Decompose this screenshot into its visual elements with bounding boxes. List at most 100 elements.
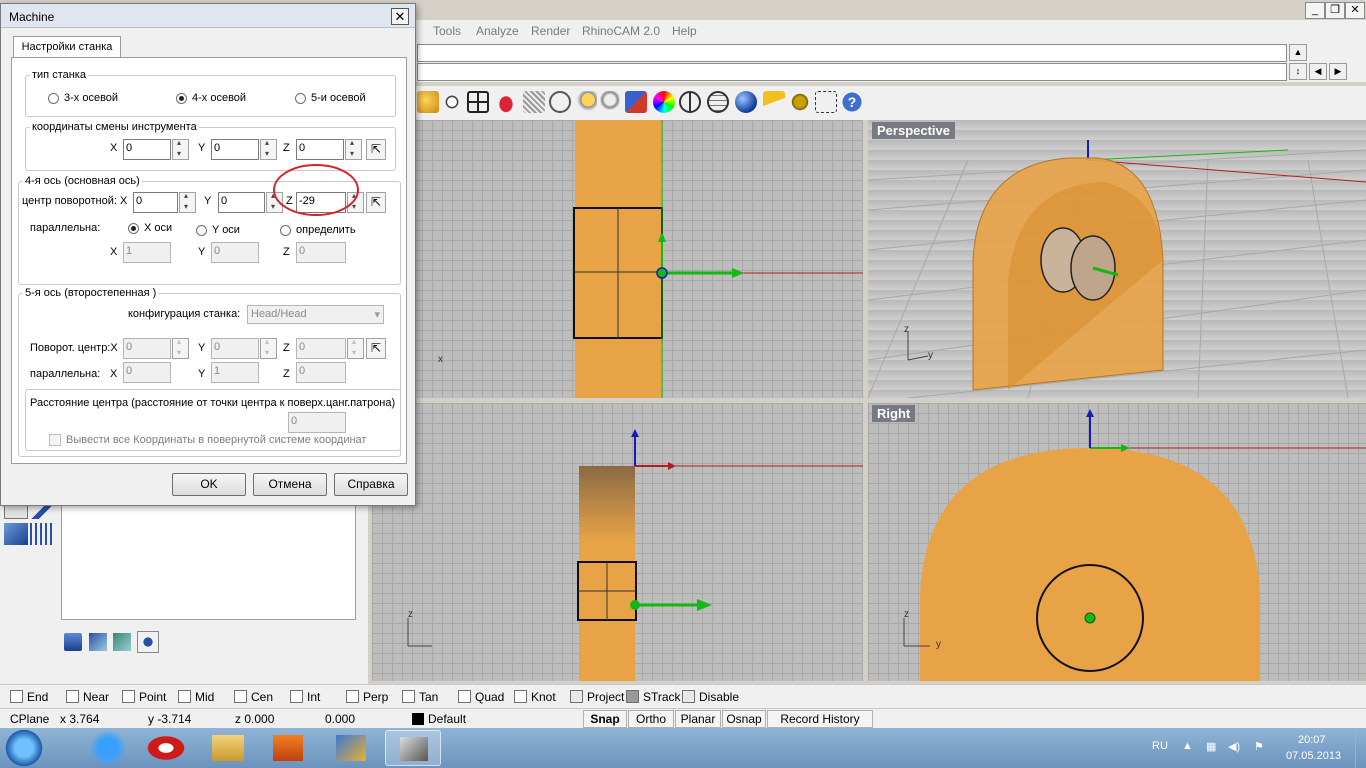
dialog-close-button[interactable]: ✕ (391, 8, 409, 25)
tc-y-spinner[interactable] (260, 138, 277, 160)
radio-axis4-x[interactable] (128, 223, 139, 234)
tc-pick-button[interactable]: ⇱ (366, 139, 386, 160)
zoom-icon[interactable] (417, 91, 439, 113)
menu-render[interactable]: Render (531, 24, 570, 38)
osnap-strack-checkbox[interactable] (626, 690, 639, 703)
four-viewports-icon[interactable] (467, 91, 489, 113)
wireframe-sphere-icon[interactable] (679, 91, 701, 113)
render-sphere-icon[interactable] (735, 91, 757, 113)
viewport-right[interactable]: Right z y (868, 403, 1366, 681)
color-wheel-icon[interactable] (653, 91, 675, 113)
clock-time[interactable]: 20:07 (1298, 734, 1326, 746)
axis5-vz-field[interactable]: 0 (296, 362, 346, 383)
tc-x-field[interactable]: 0 (123, 139, 171, 160)
command-input[interactable] (417, 63, 1287, 81)
osnap-circle-icon[interactable] (549, 91, 571, 113)
dialog-title-bar[interactable]: Machine ✕ (1, 4, 415, 28)
flag-icon[interactable]: ⚑ (1254, 740, 1264, 753)
bulb-icon[interactable] (599, 91, 621, 113)
layout-icon[interactable] (4, 505, 28, 519)
command-history[interactable] (417, 44, 1287, 62)
planar-toggle[interactable]: Planar (675, 710, 721, 728)
clock-date[interactable]: 07.05.2013 (1286, 750, 1341, 762)
close-window-button[interactable]: ✕ (1345, 2, 1365, 19)
show-desktop-button[interactable] (1355, 728, 1366, 768)
osnap-point-checkbox[interactable] (122, 690, 135, 703)
car-icon[interactable] (495, 91, 517, 113)
axis5-z-spinner[interactable] (347, 337, 364, 359)
axis4-x-spinner[interactable] (179, 191, 196, 213)
viewport-top[interactable]: x (372, 120, 863, 398)
rotated-coords-checkbox[interactable] (49, 434, 61, 446)
axis4-vy-field[interactable]: 0 (211, 242, 259, 263)
ok-button[interactable]: OK (172, 473, 246, 496)
axis4-x-field[interactable]: 0 (133, 192, 178, 213)
viewport-perspective[interactable]: Perspective z y (868, 120, 1366, 398)
tc-x-spinner[interactable] (172, 138, 189, 160)
osnap-int-checkbox[interactable] (290, 690, 303, 703)
tc-y-field[interactable]: 0 (211, 139, 259, 160)
osnap-cen-checkbox[interactable] (234, 690, 247, 703)
help-icon[interactable]: ? (841, 91, 863, 113)
shaded-sphere-icon[interactable] (707, 91, 729, 113)
light-icon[interactable] (575, 91, 597, 113)
axis5-pick-button[interactable]: ⇱ (366, 338, 386, 359)
axis5-vy-field[interactable]: 1 (211, 362, 259, 383)
rhino-taskbar-icon[interactable] (385, 730, 441, 766)
zoom-window-icon[interactable] (441, 91, 463, 113)
menu-rhinocam[interactable]: RhinoCAM 2.0 (582, 24, 660, 38)
explorer-taskbar-icon[interactable] (200, 730, 256, 766)
tc-z-field[interactable]: 0 (296, 139, 344, 160)
settings-tool-icon[interactable] (137, 631, 159, 653)
axis4-pick-button[interactable]: ⇱ (366, 192, 386, 213)
cancel-button[interactable]: Отмена (253, 473, 327, 496)
tray-expand-icon[interactable]: ▲ (1182, 740, 1193, 752)
status-layer[interactable]: Default (428, 712, 466, 726)
record-history-toggle[interactable]: Record History (767, 710, 873, 728)
snap-grid-icon[interactable] (815, 91, 837, 113)
machine-icon[interactable] (64, 633, 82, 651)
pen-tool-icon[interactable] (30, 505, 54, 519)
cube-icon[interactable] (4, 523, 28, 545)
axis4-vx-field[interactable]: 1 (123, 242, 171, 263)
tab-machine-settings[interactable]: Настройки станка (13, 36, 121, 58)
mesh-icon[interactable] (523, 91, 545, 113)
menu-tools[interactable]: Tools (433, 24, 461, 38)
layer-icon[interactable] (625, 91, 647, 113)
tc-z-spinner[interactable] (345, 138, 362, 160)
axis4-vz-field[interactable]: 0 (296, 242, 346, 263)
osnap-knot-checkbox[interactable] (514, 690, 527, 703)
help-button[interactable]: Справка (334, 473, 408, 496)
menu-analyze[interactable]: Analyze (476, 24, 519, 38)
axis5-y-spinner[interactable] (260, 337, 277, 359)
browser-panel[interactable] (61, 505, 356, 620)
restore-button[interactable]: ❐ (1325, 2, 1345, 19)
scroll-right-button[interactable]: ▶ (1329, 63, 1347, 80)
osnap-project-checkbox[interactable] (570, 690, 583, 703)
gear-icon[interactable] (789, 91, 811, 113)
osnap-mid-checkbox[interactable] (178, 690, 191, 703)
osnap-perp-checkbox[interactable] (346, 690, 359, 703)
language-indicator[interactable]: RU (1152, 740, 1168, 752)
viewport-right-title[interactable]: Right (872, 405, 916, 422)
axis4-y-field[interactable]: 0 (218, 192, 265, 213)
spin-button[interactable]: ↕ (1289, 63, 1307, 80)
app-taskbar-icon[interactable] (323, 730, 379, 766)
status-cplane[interactable]: CPlane (10, 712, 49, 726)
radio-axis4-define[interactable] (280, 225, 291, 236)
menu-help[interactable]: Help (672, 24, 697, 38)
axis5-config-select[interactable]: Head/Head ▾ (247, 305, 384, 324)
center-distance-field[interactable]: 0 (288, 412, 346, 433)
axis5-z-field[interactable]: 0 (296, 338, 346, 359)
axis5-vx-field[interactable]: 0 (123, 362, 171, 383)
osnap-tan-checkbox[interactable] (402, 690, 415, 703)
viewport-front[interactable]: z (372, 403, 863, 681)
osnap-quad-checkbox[interactable] (458, 690, 471, 703)
ortho-toggle[interactable]: Ortho (628, 710, 674, 728)
pen-icon[interactable] (763, 91, 785, 113)
osnap-toggle[interactable]: Osnap (722, 710, 766, 728)
start-button[interactable] (2, 728, 46, 768)
viewport-perspective-title[interactable]: Perspective (872, 122, 955, 139)
axis5-x-field[interactable]: 0 (123, 338, 171, 359)
grid-tool-icon[interactable] (30, 523, 54, 545)
